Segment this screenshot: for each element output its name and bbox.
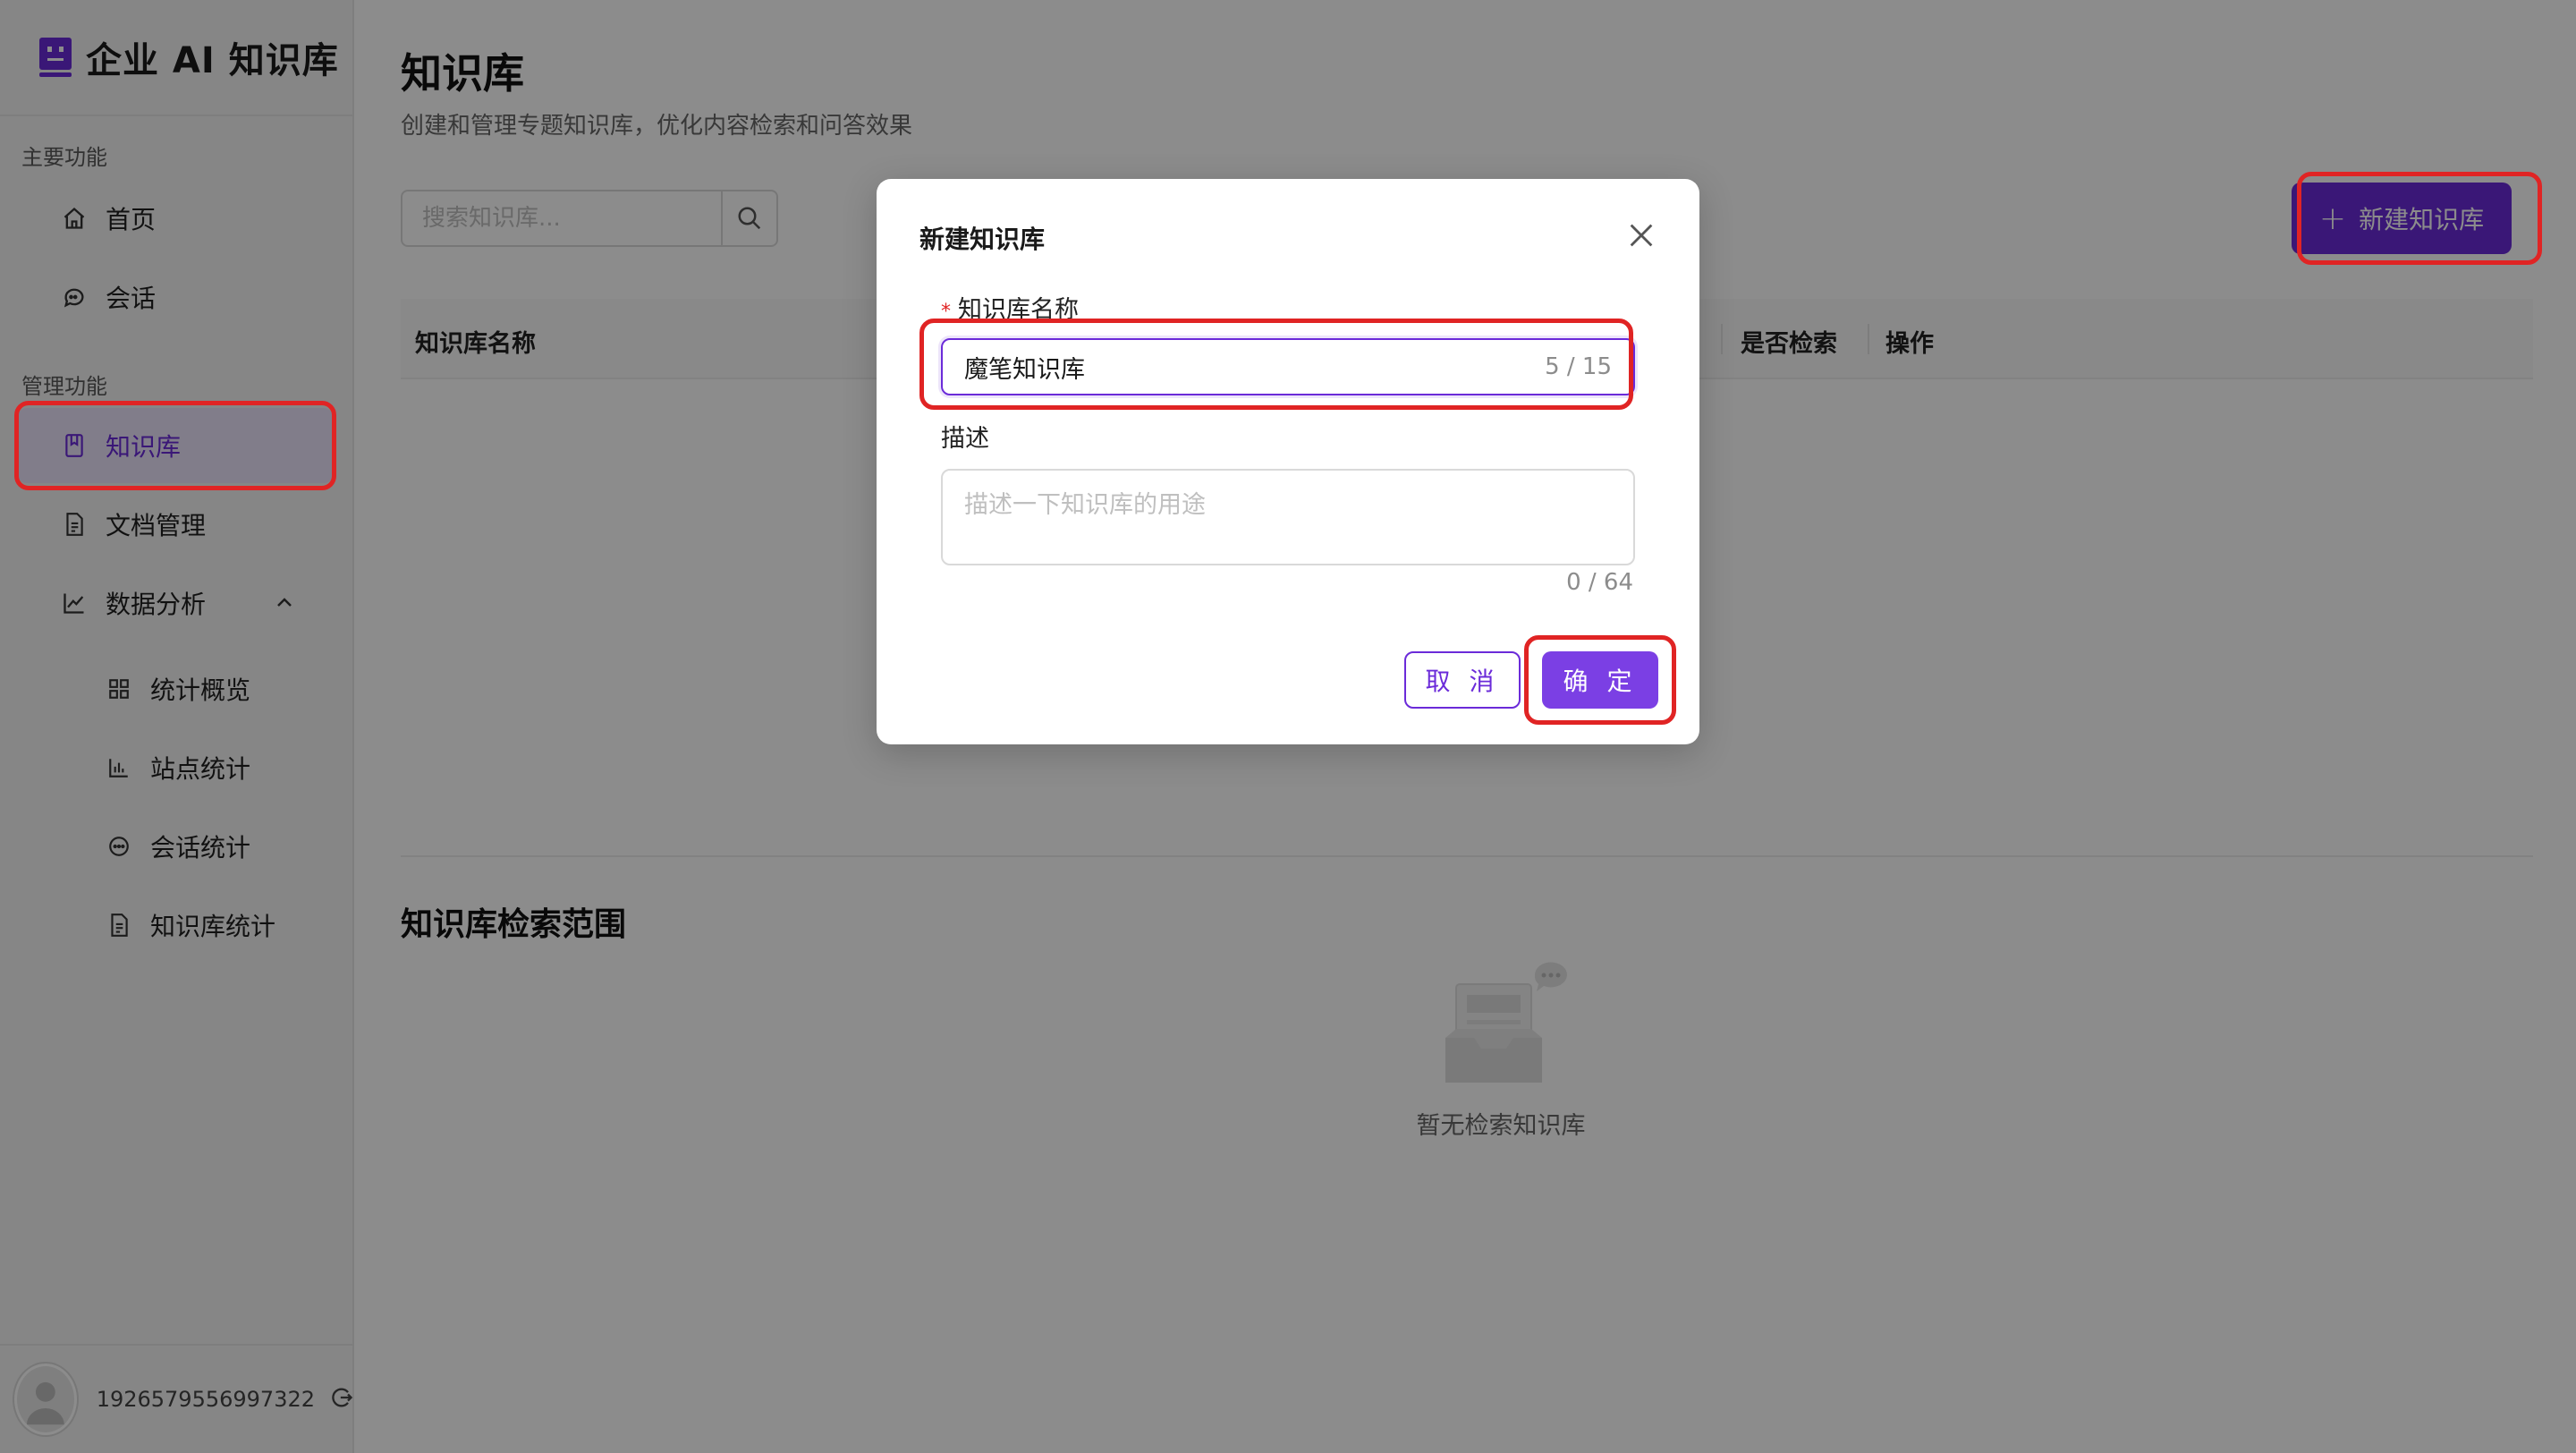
description-textarea[interactable]: 描述一下知识库的用途 bbox=[941, 469, 1635, 565]
cancel-button[interactable]: 取 消 bbox=[1404, 651, 1521, 709]
highlight-box bbox=[1524, 635, 1676, 725]
highlight-box bbox=[2297, 172, 2542, 265]
dialog-title: 新建知识库 bbox=[919, 225, 1046, 254]
new-knowledge-base-dialog: 新建知识库 * 知识库名称 魔笔知识库 5 / 15 描述 描述一下知识库的用途 … bbox=[877, 179, 1699, 744]
desc-label: 描述 bbox=[941, 425, 989, 453]
highlight-box bbox=[14, 401, 336, 490]
highlight-box bbox=[919, 319, 1633, 410]
desc-char-count: 0 / 64 bbox=[1566, 569, 1633, 596]
close-icon[interactable] bbox=[1626, 220, 1657, 251]
